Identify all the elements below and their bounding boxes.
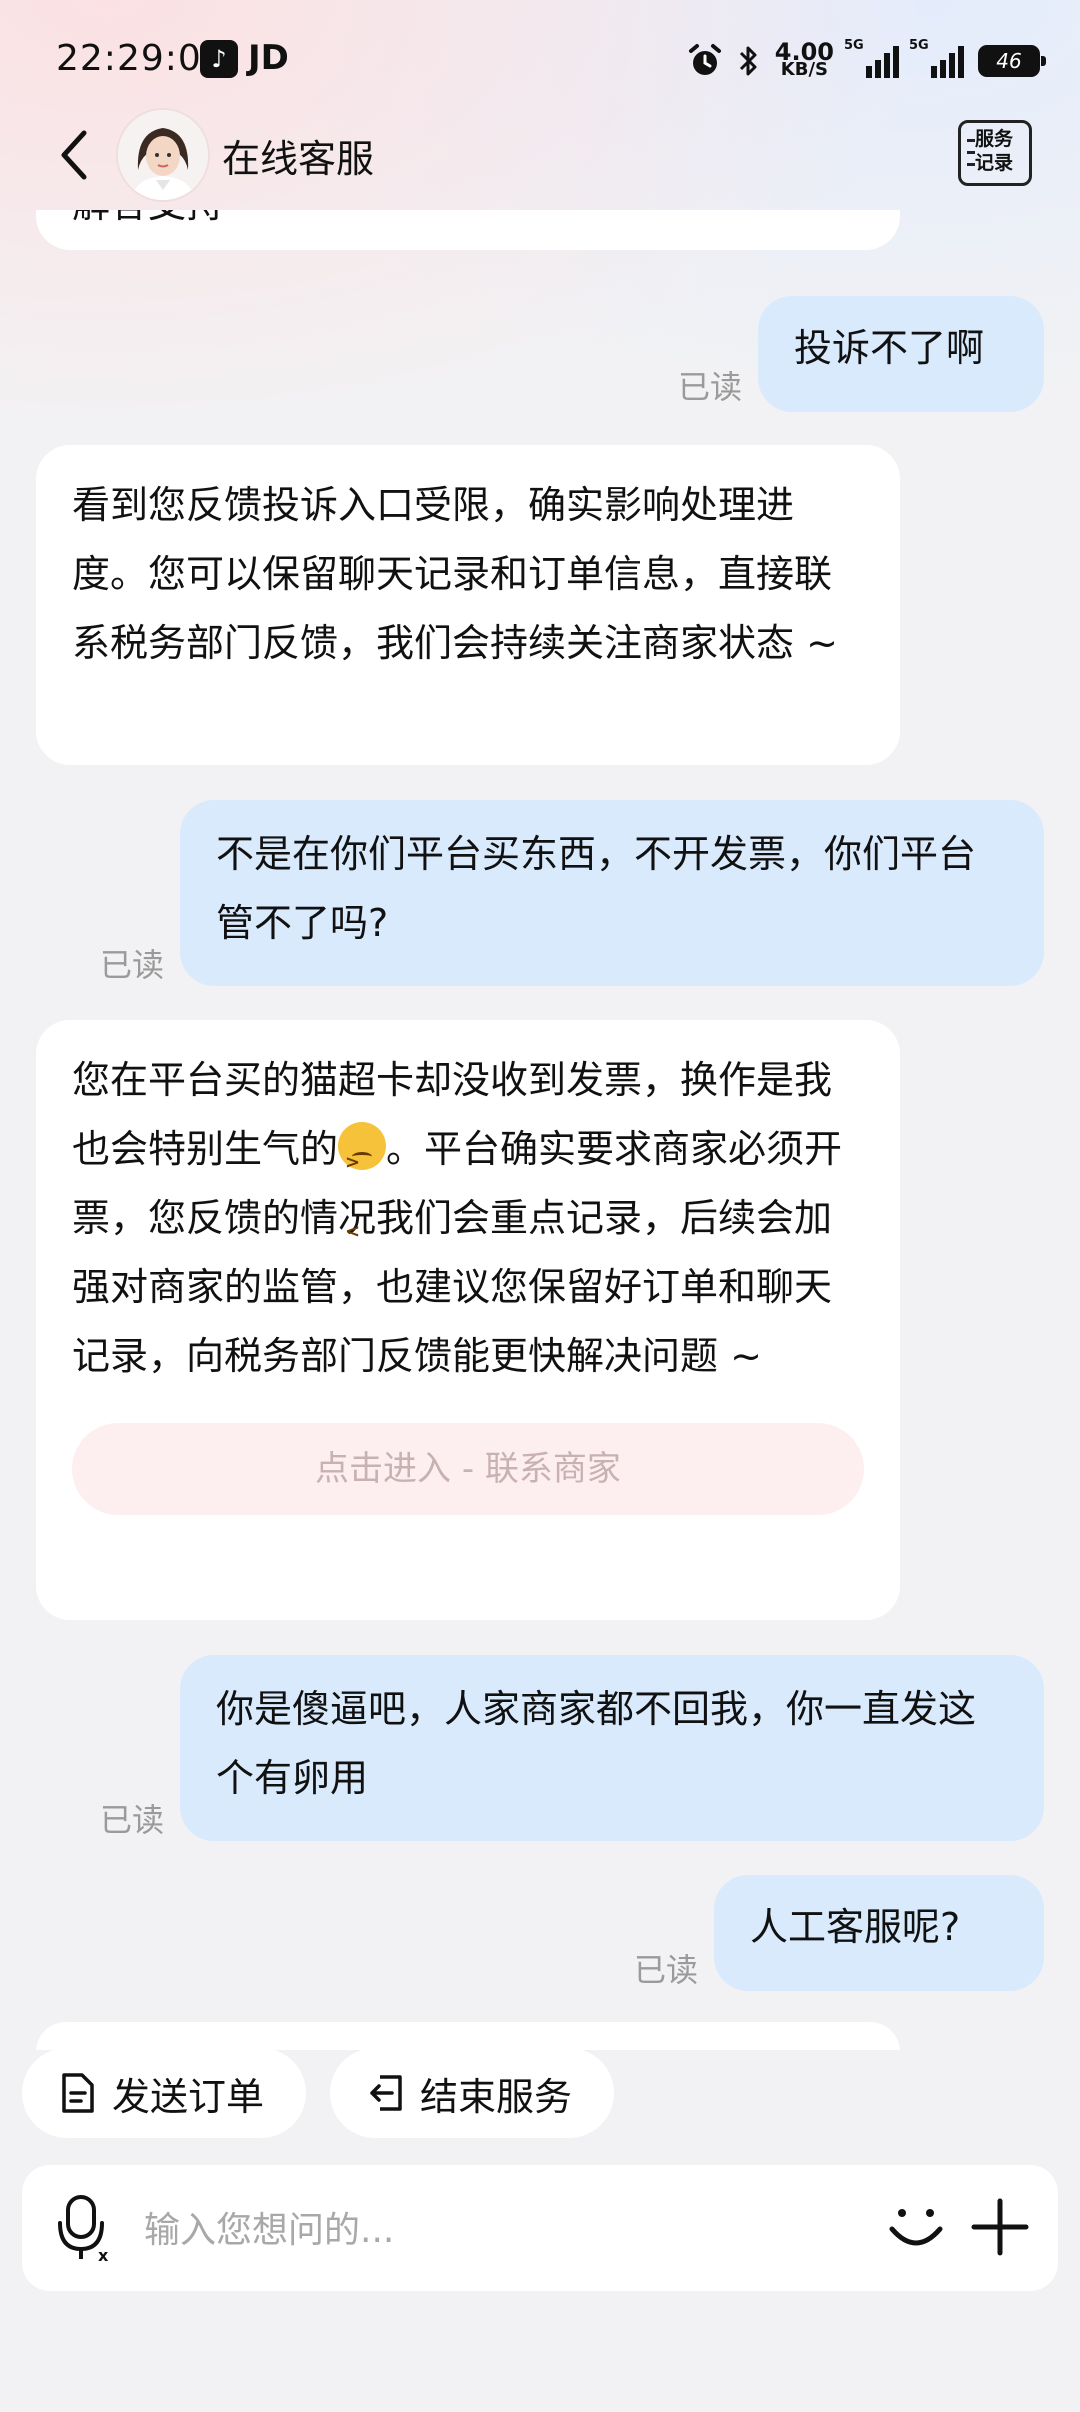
service-record-button[interactable]: 服务 记录	[958, 120, 1032, 186]
emoji-icon[interactable]	[884, 2195, 948, 2259]
user-message: 投诉不了啊	[758, 296, 1044, 412]
signal-1-label: 5G	[844, 38, 864, 53]
user-message: 你是傻逼吧，人家商家都不回我，你一直发这个有卵用	[180, 1655, 1044, 1841]
battery-icon: 46	[978, 45, 1046, 77]
app-label: JD	[248, 38, 289, 78]
signal-2-label: 5G	[909, 38, 929, 53]
contact-merchant-button[interactable]: 点击进入 - 联系商家	[72, 1423, 864, 1515]
service-record-label: 服务 记录	[975, 128, 1014, 174]
user-message: 不是在你们平台买东西，不开发票，你们平台管不了吗?	[180, 800, 1044, 986]
status-icons: 4.00 KB/S 5G 5G 46	[687, 36, 1046, 86]
chat-area[interactable]: 解答支持~ 已读 投诉不了啊 看到您反馈投诉入口受限，确实影响处理进度。您可以保…	[0, 210, 1080, 2050]
chat-header: 在线客服 服务 记录	[0, 100, 1080, 210]
message-text: 解答支持~	[72, 210, 256, 226]
read-status: 已读	[100, 946, 165, 984]
message-text: 人工客服呢?	[750, 1905, 961, 1949]
send-order-label: 发送订单	[112, 2074, 265, 2119]
page-title: 在线客服	[222, 137, 375, 181]
document-icon	[62, 2073, 94, 2113]
message-text: 不是在你们平台买东西，不开发票，你们平台管不了吗?	[216, 832, 977, 945]
message-text: 看到您反馈投诉入口受限，确实影响处理进度。您可以保留聊天记录和订单信息，直接联系…	[72, 483, 838, 665]
battery-level: 46	[996, 49, 1022, 73]
speed-unit: KB/S	[780, 59, 828, 80]
voice-input-icon[interactable]: x	[54, 2193, 114, 2263]
agent-message-partial	[36, 2022, 900, 2050]
signal-1-icon: 5G	[844, 38, 899, 78]
send-order-button[interactable]: 发送订单	[22, 2048, 306, 2138]
plus-icon[interactable]	[968, 2195, 1032, 2259]
bluetooth-icon	[739, 46, 757, 76]
alarm-icon	[688, 44, 721, 75]
agent-message: 您在平台买的猫超卡却没收到发票，换作是我也会特别生气的。平台确实要求商家必须开票…	[36, 1020, 900, 1620]
svg-text:x: x	[98, 2246, 109, 2263]
read-status: 已读	[678, 368, 743, 406]
user-message: 人工客服呢?	[714, 1875, 1044, 1991]
input-bar: x	[22, 2165, 1058, 2291]
agent-message: 解答支持~	[36, 210, 900, 250]
message-text: 你是傻逼吧，人家商家都不回我，你一直发这个有卵用	[216, 1687, 977, 1800]
back-icon[interactable]	[50, 125, 100, 185]
frustrated-emoji-icon	[338, 1122, 387, 1266]
exit-icon	[370, 2075, 402, 2111]
read-status: 已读	[100, 1801, 165, 1839]
tiktok-icon: ♪	[200, 40, 238, 78]
agent-avatar[interactable]	[116, 108, 210, 202]
message-text: 投诉不了啊	[794, 326, 985, 370]
agent-avatar-image	[118, 110, 208, 200]
read-status: 已读	[634, 1951, 699, 1989]
end-service-label: 结束服务	[420, 2074, 573, 2119]
end-service-button[interactable]: 结束服务	[330, 2048, 614, 2138]
agent-message: 看到您反馈投诉入口受限，确实影响处理进度。您可以保留聊天记录和订单信息，直接联系…	[36, 445, 900, 765]
network-speed: 4.00 KB/S	[775, 40, 834, 80]
signal-2-icon: 5G	[909, 38, 964, 78]
message-input[interactable]	[142, 2199, 886, 2261]
